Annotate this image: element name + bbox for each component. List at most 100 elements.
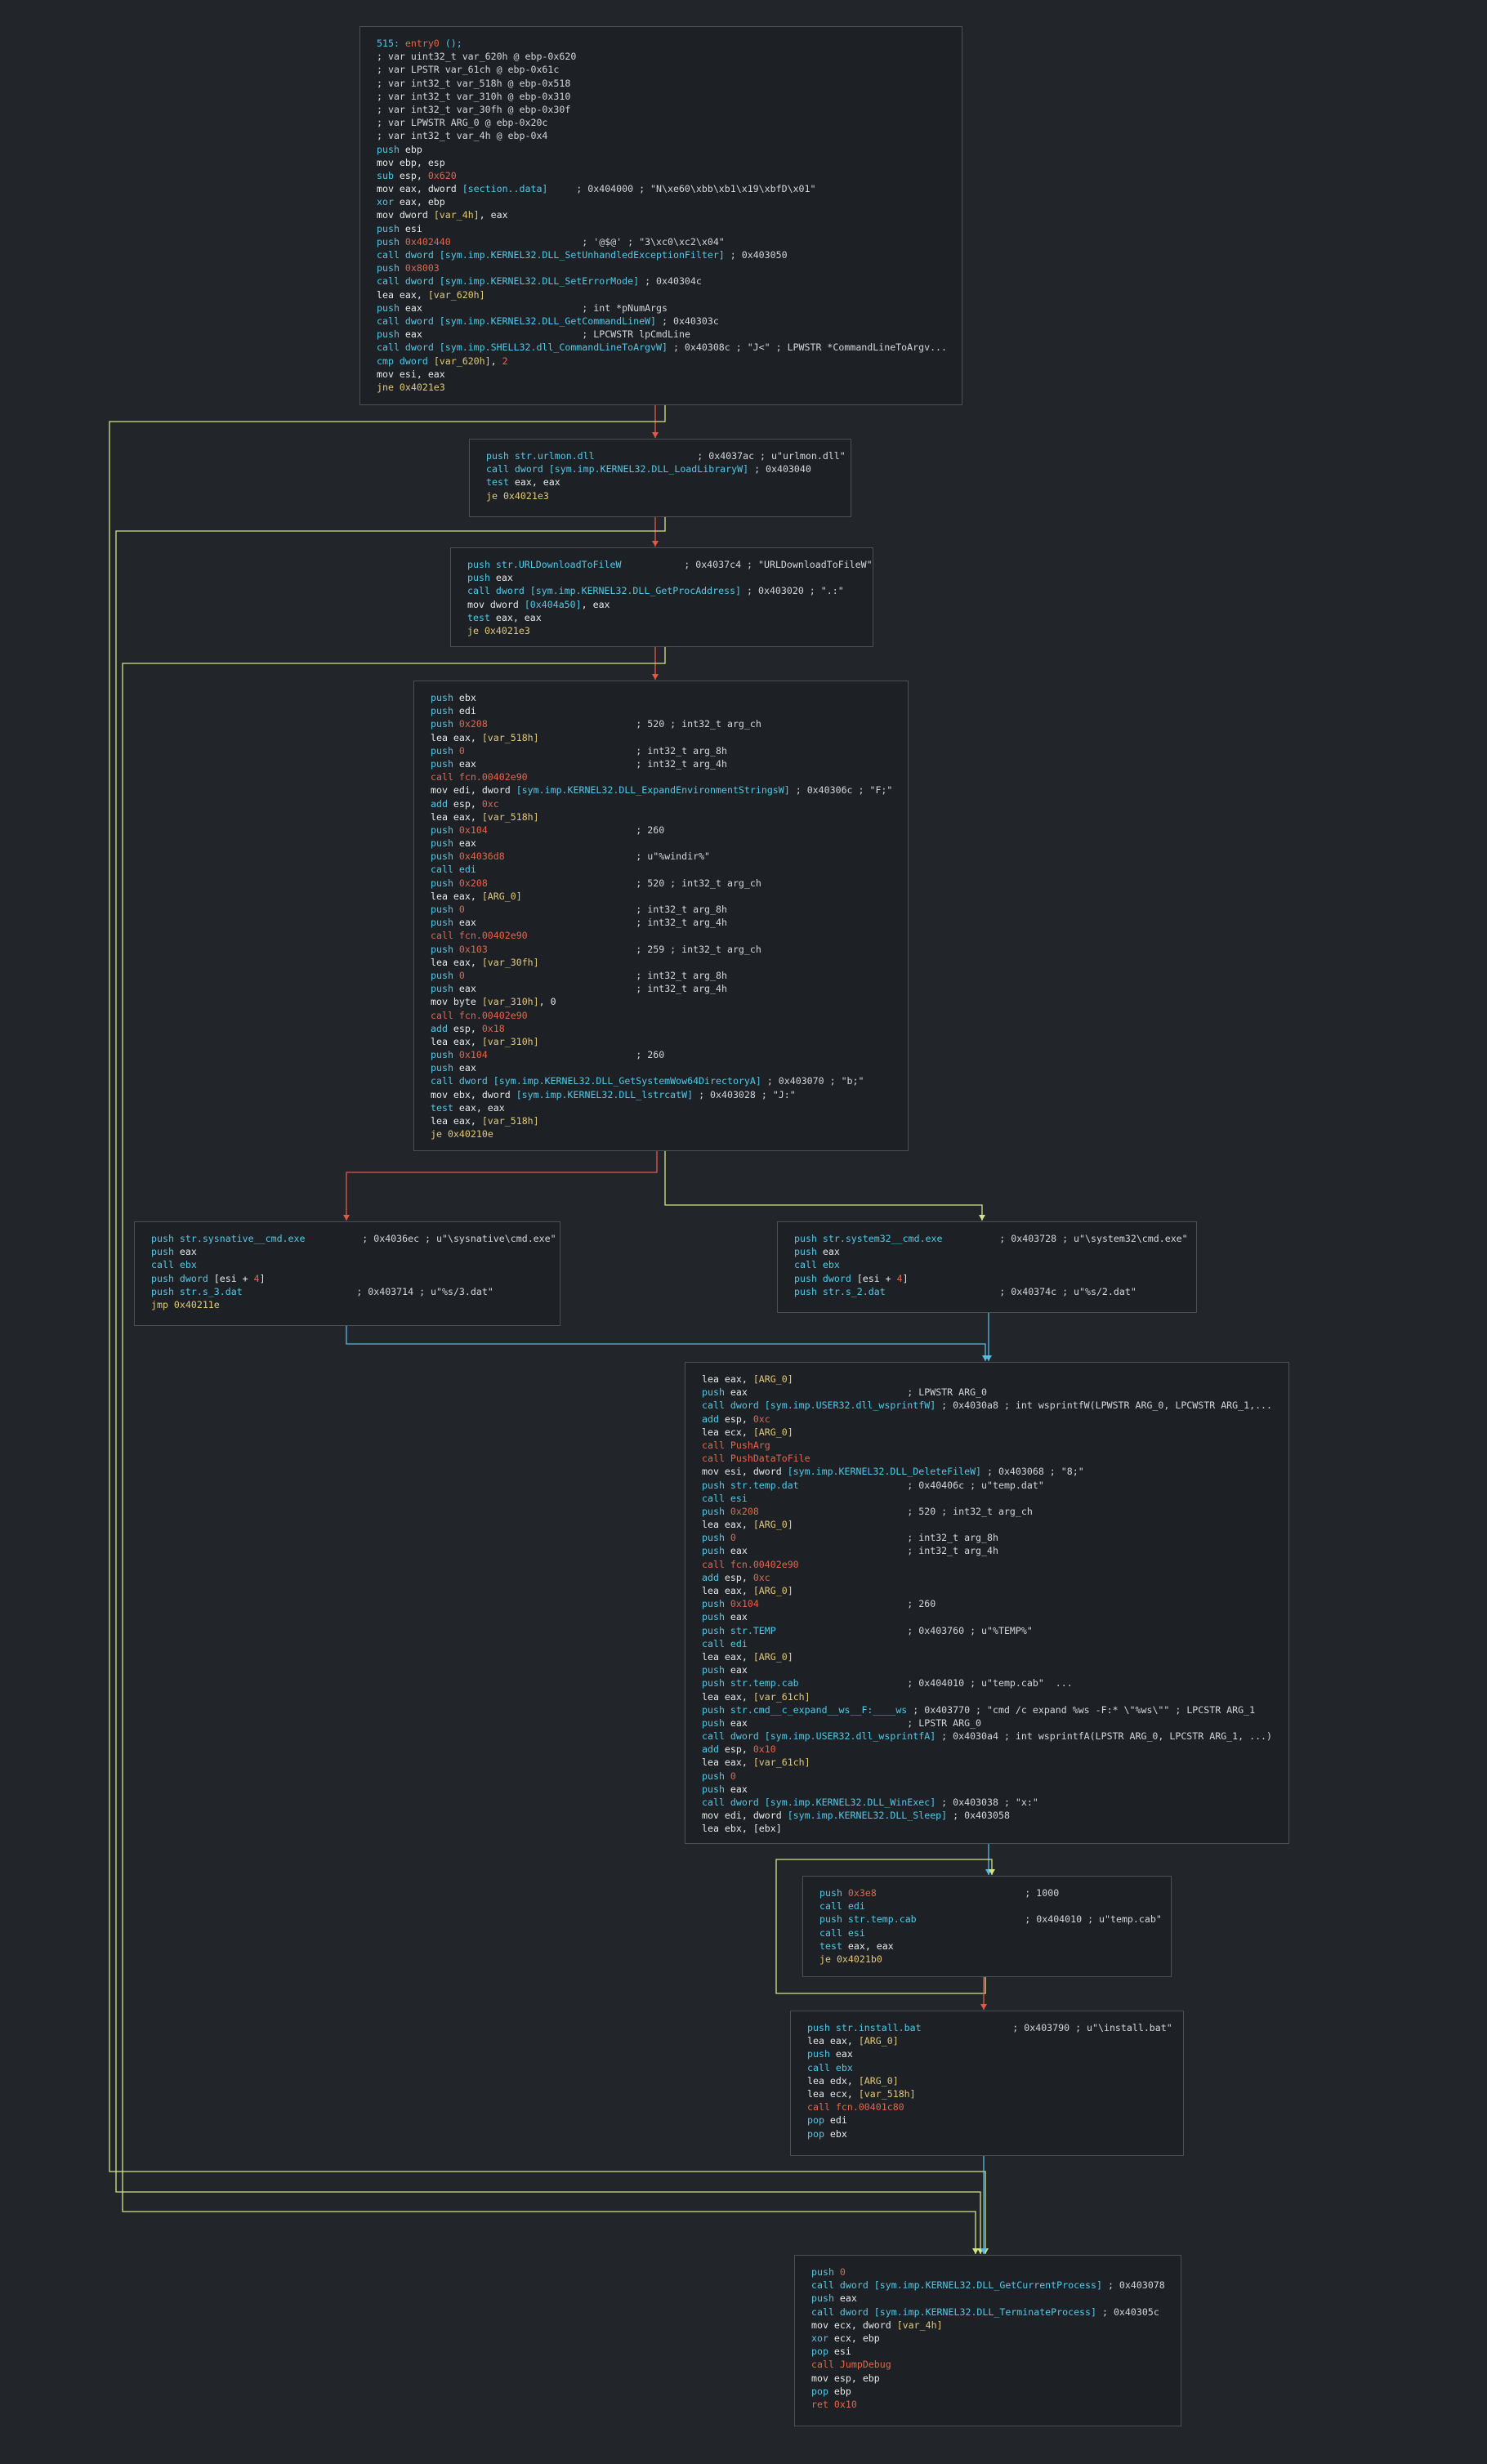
code-line[interactable]: call ebx	[807, 2061, 1167, 2074]
code-line[interactable]: push str.install.bat ; 0x403790 ; u"\ins…	[807, 2021, 1172, 2034]
code-line[interactable]: call dword [sym.imp.KERNEL32.DLL_GetSyst…	[431, 1074, 891, 1087]
code-line[interactable]: call dword [sym.imp.USER32.dll_wsprintfW…	[702, 1399, 1272, 1412]
code-line[interactable]: call esi	[702, 1492, 1272, 1505]
code-line[interactable]: mov esi, eax	[377, 368, 945, 381]
code-line[interactable]: call ebx	[794, 1258, 1180, 1271]
code-line[interactable]: lea eax, [ARG_0]	[702, 1518, 1272, 1531]
code-line[interactable]: push 0 ; int32_t arg_8h	[431, 969, 891, 982]
code-line[interactable]: push eax	[702, 1783, 1272, 1796]
block-sysnative[interactable]: push str.sysnative__cmd.exe ; 0x4036ec ;…	[134, 1221, 560, 1326]
code-line[interactable]: cmp dword [var_620h], 2	[377, 355, 945, 368]
code-line[interactable]: pop edi	[807, 2114, 1167, 2127]
code-line[interactable]: push 0x103 ; 259 ; int32_t arg_ch	[431, 943, 891, 956]
code-line[interactable]: push eax ; LPSTR ARG_0	[702, 1716, 1272, 1730]
code-line[interactable]: lea eax, [var_30fh]	[431, 956, 891, 969]
code-line[interactable]: call ebx	[151, 1258, 543, 1271]
code-line[interactable]: ; var int32_t var_30fh @ ebp-0x30f	[377, 103, 945, 116]
code-line[interactable]: lea ebx, [ebx]	[702, 1822, 1272, 1835]
code-line[interactable]: je 0x4021b0	[819, 1953, 1154, 1966]
code-line[interactable]: push eax	[702, 1610, 1272, 1623]
code-line[interactable]: test eax, eax	[486, 475, 834, 489]
code-line[interactable]: pop ebx	[807, 2127, 1167, 2140]
code-line[interactable]: xor eax, ebp	[377, 195, 945, 208]
code-line[interactable]: push eax	[807, 2047, 1167, 2060]
code-line[interactable]: call edi	[819, 1899, 1154, 1913]
code-line[interactable]: test eax, eax	[467, 611, 856, 624]
code-line[interactable]: call edi	[431, 863, 891, 876]
code-line[interactable]: call dword [sym.imp.KERNEL32.DLL_GetProc…	[467, 584, 856, 597]
code-line[interactable]: mov ebx, dword [sym.imp.KERNEL32.DLL_lst…	[431, 1088, 891, 1101]
code-line[interactable]: lea eax, [var_61ch]	[702, 1756, 1272, 1769]
code-line[interactable]: call fcn.00402e90	[431, 1009, 891, 1022]
code-line[interactable]: call dword [sym.imp.KERNEL32.DLL_SetUnha…	[377, 248, 945, 261]
code-line[interactable]: push eax ; int32_t arg_4h	[702, 1544, 1272, 1557]
code-line[interactable]: add esp, 0x18	[431, 1022, 891, 1035]
code-line[interactable]: ; var int32_t var_4h @ ebp-0x4	[377, 129, 945, 142]
code-line[interactable]: push eax	[702, 1663, 1272, 1676]
block-sleep-loop[interactable]: push 0x3e8 ; 1000 call edi push str.temp.c…	[802, 1876, 1172, 1977]
code-line[interactable]: push str.system32__cmd.exe ; 0x403728 ; …	[794, 1232, 1188, 1245]
code-line[interactable]: mov byte [var_310h], 0	[431, 995, 891, 1008]
code-line[interactable]: push 0	[811, 2265, 1164, 2279]
block-exit[interactable]: push 0 call dword [sym.imp.KERNEL32.DLL_G…	[794, 2255, 1181, 2426]
code-line[interactable]: call fcn.00401c80	[807, 2100, 1167, 2114]
block-system32[interactable]: push str.system32__cmd.exe ; 0x403728 ; …	[777, 1221, 1197, 1313]
code-line[interactable]: ; var LPSTR var_61ch @ ebp-0x61c	[377, 63, 945, 76]
code-line[interactable]: push 0x3e8 ; 1000	[819, 1886, 1154, 1899]
code-line[interactable]: add esp, 0x10	[702, 1743, 1272, 1756]
code-line[interactable]: push str.s_2.dat ; 0x40374c ; u"%s/2.dat…	[794, 1285, 1180, 1298]
code-line[interactable]: xor ecx, ebp	[811, 2332, 1164, 2345]
code-line[interactable]: ; var LPWSTR ARG_0 @ ebp-0x20c	[377, 116, 945, 129]
code-line[interactable]: lea eax, [ARG_0]	[807, 2034, 1167, 2047]
code-line[interactable]: ; var int32_t var_518h @ ebp-0x518	[377, 77, 945, 90]
code-line[interactable]: push str.TEMP ; 0x403760 ; u"%TEMP%"	[702, 1624, 1272, 1637]
code-line[interactable]: pop esi	[811, 2345, 1164, 2358]
code-line[interactable]: push str.temp.dat ; 0x40406c ; u"temp.da…	[702, 1479, 1272, 1492]
code-line[interactable]: push dword [esi + 4]	[151, 1272, 543, 1285]
code-line[interactable]: push 0x104 ; 260	[702, 1597, 1272, 1610]
code-line[interactable]: pop ebp	[811, 2385, 1164, 2398]
code-line[interactable]: ret 0x10	[811, 2398, 1164, 2411]
code-line[interactable]: call PushDataToFile	[702, 1452, 1272, 1465]
code-line[interactable]: call dword [sym.imp.KERNEL32.DLL_Termina…	[811, 2306, 1164, 2319]
code-line[interactable]: lea eax, [var_518h]	[431, 810, 891, 824]
code-line[interactable]: push 0x4036d8 ; u"%windir%"	[431, 850, 891, 863]
control-flow-graph[interactable]: 515: entry0 ();; var uint32_t var_620h @…	[0, 0, 1487, 2464]
code-line[interactable]: call edi	[702, 1637, 1272, 1650]
code-line[interactable]: call dword [sym.imp.SHELL32.dll_CommandL…	[377, 341, 947, 354]
code-line[interactable]: push eax	[151, 1245, 543, 1258]
code-line[interactable]: push edi	[431, 704, 891, 717]
code-line[interactable]: 515: entry0 ();	[377, 37, 945, 50]
code-line[interactable]: mov edi, dword [sym.imp.KERNEL32.DLL_Sle…	[702, 1809, 1272, 1822]
code-line[interactable]: push 0 ; int32_t arg_8h	[702, 1531, 1272, 1544]
block-load-urlmon[interactable]: push str.urlmon.dll ; 0x4037ac ; u"urlmo…	[469, 439, 851, 517]
code-line[interactable]: call PushArg	[702, 1439, 1272, 1452]
code-line[interactable]: push str.temp.cab ; 0x404010 ; u"temp.ca…	[702, 1676, 1272, 1690]
code-line[interactable]: push eax ; LPWSTR ARG_0	[702, 1386, 1272, 1399]
code-line[interactable]: push str.temp.cab ; 0x404010 ; u"temp.ca…	[819, 1913, 1162, 1926]
code-line[interactable]: test eax, eax	[819, 1940, 1154, 1953]
code-line[interactable]: call JumpDebug	[811, 2358, 1164, 2371]
code-line[interactable]: call fcn.00402e90	[431, 770, 891, 783]
code-line[interactable]: mov ecx, dword [var_4h]	[811, 2319, 1164, 2332]
code-line[interactable]: add esp, 0xc	[702, 1571, 1272, 1584]
code-line[interactable]: push str.sysnative__cmd.exe ; 0x4036ec ;…	[151, 1232, 556, 1245]
code-line[interactable]: call dword [sym.imp.KERNEL32.DLL_GetCurr…	[811, 2279, 1165, 2292]
code-line[interactable]: push eax	[794, 1245, 1180, 1258]
code-line[interactable]: jmp 0x40211e	[151, 1298, 543, 1311]
code-line[interactable]: lea eax, [ARG_0]	[702, 1584, 1272, 1597]
code-line[interactable]: add esp, 0xc	[702, 1413, 1272, 1426]
block-build-cmd[interactable]: lea eax, [ARG_0] push eax ; LPWSTR ARG_0 c…	[685, 1362, 1289, 1844]
code-line[interactable]: mov dword [0x404a50], eax	[467, 598, 856, 611]
code-line[interactable]: call esi	[819, 1926, 1154, 1940]
code-line[interactable]: lea eax, [var_518h]	[431, 731, 891, 744]
code-line[interactable]: push str.cmd__c_expand__ws__F:____ws ; 0…	[702, 1703, 1272, 1716]
block-entry[interactable]: 515: entry0 ();; var uint32_t var_620h @…	[359, 26, 962, 405]
code-line[interactable]: mov eax, dword [section..data] ; 0x40400…	[377, 182, 945, 195]
code-line[interactable]: lea eax, [ARG_0]	[702, 1373, 1272, 1386]
code-line[interactable]: je 0x40210e	[431, 1127, 891, 1140]
code-line[interactable]: push eax ; int32_t arg_4h	[431, 916, 891, 929]
code-line[interactable]: lea eax, [var_518h]	[431, 1114, 891, 1127]
code-line[interactable]: mov dword [var_4h], eax	[377, 208, 945, 221]
code-line[interactable]: push eax ; LPCWSTR lpCmdLine	[377, 328, 945, 341]
